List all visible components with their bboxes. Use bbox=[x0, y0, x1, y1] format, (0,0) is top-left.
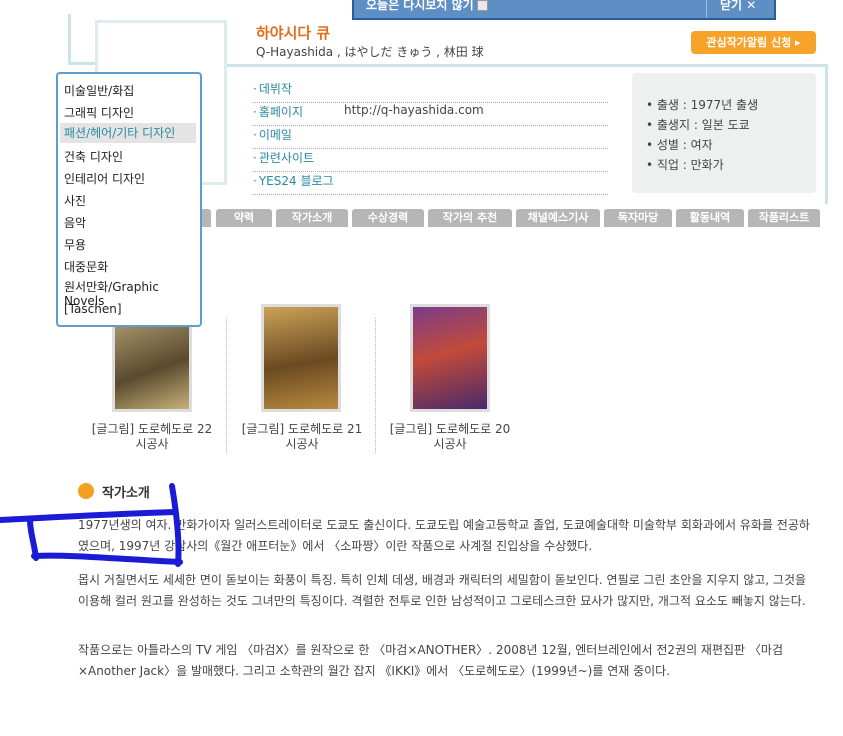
menu-item-interior-design[interactable]: 인테리어 디자인 bbox=[64, 170, 145, 187]
book-publisher: 시공사 bbox=[285, 437, 319, 451]
popup-bar: 오늘은 다시보지 않기 닫기 ✕ bbox=[352, 0, 776, 20]
tab-awards[interactable]: 수상경력 bbox=[352, 209, 424, 227]
link-label[interactable]: 홈페이지 bbox=[259, 105, 303, 119]
tab-author-recommend[interactable]: 작가의 추천 bbox=[428, 209, 512, 227]
book-publisher: 시공사 bbox=[135, 437, 169, 451]
menu-item-fashion-design[interactable]: 패션/헤어/기타 디자인 bbox=[60, 123, 196, 143]
book-title[interactable]: [글그림] 도로헤도로 21 bbox=[228, 422, 376, 437]
menu-item-taschen[interactable]: [Taschen] bbox=[64, 302, 122, 316]
popup-close-button[interactable]: 닫기 ✕ bbox=[720, 0, 756, 13]
tab-works-list[interactable]: 작품리스트 bbox=[748, 209, 820, 227]
book-title[interactable]: [글그림] 도로헤도로 22 bbox=[78, 422, 226, 437]
book-title[interactable]: [글그림] 도로헤도로 20 bbox=[376, 422, 524, 437]
info-birthplace: • 출생지 : 일본 도쿄 bbox=[646, 118, 750, 132]
book-caption[interactable]: [글그림] 도로헤도로 22 시공사 bbox=[78, 422, 226, 452]
book-caption[interactable]: [글그림] 도로헤도로 20 시공사 bbox=[376, 422, 524, 452]
info-birth: • 출생 : 1977년 출생 bbox=[646, 98, 759, 112]
tab-career[interactable]: 약력 bbox=[216, 209, 272, 227]
author-alt-names: Q-Hayashida , はやしだ きゅう , 林田 球 bbox=[256, 45, 484, 59]
link-label[interactable]: 이메일 bbox=[259, 128, 292, 142]
tab-channel-yes[interactable]: 채널예스기사 bbox=[516, 209, 600, 227]
menu-item-architecture[interactable]: 건축 디자인 bbox=[64, 148, 123, 165]
author-name: 하야시다 큐 bbox=[256, 24, 331, 42]
dont-show-checkbox[interactable] bbox=[476, 0, 488, 11]
bullet-icon: · bbox=[253, 174, 257, 188]
frame-line bbox=[825, 64, 828, 204]
menu-item-dance[interactable]: 무용 bbox=[64, 236, 86, 253]
link-row-blog[interactable]: · YES24 블로그 bbox=[253, 172, 608, 195]
author-info-box: • 출생 : 1977년 출생 • 출생지 : 일본 도쿄 • 성별 : 여자 … bbox=[632, 73, 816, 193]
menu-item-art-general[interactable]: 미술일반/화집 bbox=[64, 82, 134, 99]
frame-line bbox=[68, 14, 71, 64]
frame-line bbox=[68, 62, 96, 65]
link-row-related-site[interactable]: · 관련사이트 bbox=[253, 149, 608, 172]
tab-author-intro[interactable]: 작가소개 bbox=[276, 209, 348, 227]
subscribe-author-button[interactable]: 관심작가알림 신청 ▸ bbox=[691, 31, 816, 54]
dont-show-again[interactable]: 오늘은 다시보지 않기 bbox=[366, 0, 488, 13]
menu-item-graphic-design[interactable]: 그래픽 디자인 bbox=[64, 104, 134, 121]
info-job: • 직업 : 만화가 bbox=[646, 158, 724, 172]
bullet-icon: · bbox=[253, 151, 257, 165]
frame-line bbox=[227, 64, 827, 67]
menu-item-music[interactable]: 음악 bbox=[64, 214, 86, 231]
book-cover[interactable] bbox=[410, 304, 490, 412]
menu-item-photography[interactable]: 사진 bbox=[64, 192, 86, 209]
book-cover-image bbox=[264, 307, 338, 409]
book-publisher: 시공사 bbox=[433, 437, 467, 451]
popup-divider bbox=[706, 0, 707, 18]
link-value[interactable]: http://q-hayashida.com bbox=[344, 103, 484, 117]
intro-paragraph-2: 몹시 거칠면서도 세세한 면이 돋보이는 화풍이 특징. 특히 인체 데생, 배… bbox=[78, 573, 807, 608]
link-row-email[interactable]: · 이메일 bbox=[253, 126, 608, 149]
bullet-icon: · bbox=[253, 128, 257, 142]
menu-item-pop-culture[interactable]: 대중문화 bbox=[64, 258, 108, 275]
intro-paragraph-3: 작품으로는 아틀라스의 TV 게임 〈마검X〉를 원작으로 한 〈마검×ANOT… bbox=[78, 643, 783, 678]
book-cover[interactable] bbox=[261, 304, 341, 412]
info-gender: • 성별 : 여자 bbox=[646, 138, 713, 152]
link-label[interactable]: YES24 블로그 bbox=[259, 174, 334, 188]
category-dropdown-menu: 미술일반/화집 그래픽 디자인 패션/헤어/기타 디자인 건축 디자인 인테리어… bbox=[56, 72, 202, 327]
tab-activities[interactable]: 활동내역 bbox=[676, 209, 744, 227]
tab-reader-board[interactable]: 독자마당 bbox=[604, 209, 672, 227]
link-row-debut[interactable]: · 데뷔작 bbox=[253, 80, 608, 103]
link-row-homepage[interactable]: · 홈페이지 http://q-hayashida.com bbox=[253, 103, 608, 126]
divider bbox=[226, 318, 227, 453]
link-label[interactable]: 데뷔작 bbox=[259, 82, 292, 96]
bullet-icon: · bbox=[253, 105, 257, 119]
link-label[interactable]: 관련사이트 bbox=[259, 151, 314, 165]
book-caption[interactable]: [글그림] 도로헤도로 21 시공사 bbox=[228, 422, 376, 452]
book-cover-image bbox=[413, 307, 487, 409]
bullet-icon: · bbox=[253, 82, 257, 96]
annotation-scribble bbox=[0, 483, 183, 567]
